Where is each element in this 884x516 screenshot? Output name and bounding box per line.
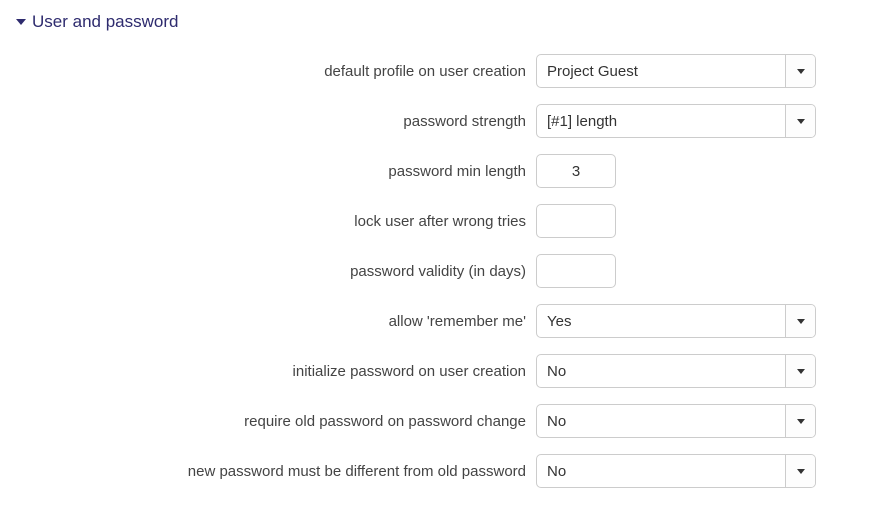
row-allow-remember: allow 'remember me' Yes [16, 304, 868, 338]
form-container: default profile on user creation Project… [16, 54, 868, 488]
row-password-min-length: password min length [16, 154, 868, 188]
label-password-validity: password validity (in days) [16, 263, 536, 280]
row-lock-user: lock user after wrong tries [16, 204, 868, 238]
input-lock-user[interactable] [536, 204, 616, 238]
chevron-down-icon [797, 469, 805, 474]
dropdown-allow-remember[interactable]: Yes [536, 304, 816, 338]
label-password-strength: password strength [16, 113, 536, 130]
dropdown-button[interactable] [785, 105, 815, 137]
dropdown-require-old[interactable]: No [536, 404, 816, 438]
dropdown-default-profile[interactable]: Project Guest [536, 54, 816, 88]
section-header-user-and-password[interactable]: User and password [16, 12, 868, 32]
chevron-down-icon [797, 69, 805, 74]
dropdown-button[interactable] [785, 405, 815, 437]
dropdown-value: No [537, 405, 785, 437]
row-password-validity: password validity (in days) [16, 254, 868, 288]
row-require-old: require old password on password change … [16, 404, 868, 438]
chevron-down-icon [797, 119, 805, 124]
dropdown-password-strength[interactable]: [#1] length [536, 104, 816, 138]
chevron-down-icon [797, 369, 805, 374]
dropdown-value: No [537, 455, 785, 487]
row-password-strength: password strength [#1] length [16, 104, 868, 138]
dropdown-value: [#1] length [537, 105, 785, 137]
input-password-min-length[interactable] [536, 154, 616, 188]
row-must-differ: new password must be different from old … [16, 454, 868, 488]
dropdown-button[interactable] [785, 355, 815, 387]
chevron-down-icon [797, 319, 805, 324]
dropdown-value: Yes [537, 305, 785, 337]
dropdown-value: Project Guest [537, 55, 785, 87]
label-default-profile: default profile on user creation [16, 63, 536, 80]
label-lock-user: lock user after wrong tries [16, 213, 536, 230]
section-title: User and password [32, 12, 178, 32]
row-init-password: initialize password on user creation No [16, 354, 868, 388]
caret-down-icon [16, 19, 26, 25]
dropdown-button[interactable] [785, 305, 815, 337]
label-must-differ: new password must be different from old … [16, 463, 536, 480]
chevron-down-icon [797, 419, 805, 424]
label-init-password: initialize password on user creation [16, 363, 536, 380]
input-password-validity[interactable] [536, 254, 616, 288]
label-password-min-length: password min length [16, 163, 536, 180]
dropdown-button[interactable] [785, 55, 815, 87]
dropdown-must-differ[interactable]: No [536, 454, 816, 488]
dropdown-value: No [537, 355, 785, 387]
dropdown-button[interactable] [785, 455, 815, 487]
row-default-profile: default profile on user creation Project… [16, 54, 868, 88]
label-allow-remember: allow 'remember me' [16, 313, 536, 330]
label-require-old: require old password on password change [16, 413, 536, 430]
dropdown-init-password[interactable]: No [536, 354, 816, 388]
